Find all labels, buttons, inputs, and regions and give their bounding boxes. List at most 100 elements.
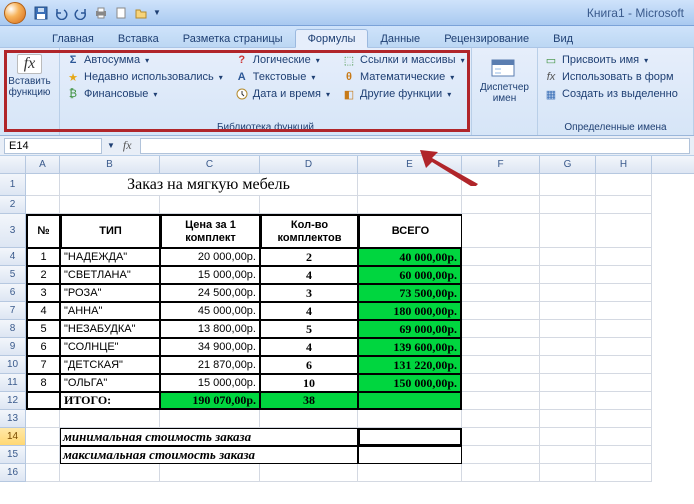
cell[interactable] [462,320,540,338]
cell[interactable] [540,266,596,284]
save-icon[interactable] [32,4,50,22]
row-header[interactable]: 1 [0,174,26,196]
cell[interactable] [260,410,358,428]
cell[interactable] [540,302,596,320]
cell[interactable] [596,374,652,392]
cell[interactable] [160,196,260,214]
cell-no[interactable]: 2 [26,266,60,284]
cell[interactable] [596,320,652,338]
cell-type[interactable]: "СВЕТЛАНА" [60,266,160,284]
math-button[interactable]: θМатематические▾ [340,69,467,85]
cell-price[interactable]: 20 000,00р. [160,248,260,266]
cell[interactable] [462,410,540,428]
tab-review[interactable]: Рецензирование [432,30,541,47]
cell-qty[interactable]: 2 [260,248,358,266]
cell[interactable] [358,196,462,214]
cell-no[interactable]: 4 [26,302,60,320]
cell-type[interactable]: "ОЛЬГА" [60,374,160,392]
cell[interactable] [540,392,596,410]
qat-dropdown-icon[interactable]: ▼ [153,8,161,17]
cell[interactable] [596,392,652,410]
cell[interactable] [540,196,596,214]
formula-bar-fx-icon[interactable]: fx [119,138,136,153]
cell-qty[interactable]: 10 [260,374,358,392]
total-price[interactable]: 190 070,00р. [160,392,260,410]
cell[interactable] [26,174,60,196]
namebox-dropdown-icon[interactable]: ▼ [107,141,115,150]
cell[interactable] [540,214,596,248]
cell[interactable] [596,464,652,482]
cell[interactable] [462,338,540,356]
cell[interactable] [540,338,596,356]
row-header[interactable]: 11 [0,374,26,392]
cell[interactable] [462,248,540,266]
undo-icon[interactable] [52,4,70,22]
autosum-button[interactable]: ΣАвтосумма▾ [64,52,225,68]
row-header[interactable]: 16 [0,464,26,482]
row-header[interactable]: 9 [0,338,26,356]
cell[interactable] [540,446,596,464]
row-header[interactable]: 12 [0,392,26,410]
cell[interactable] [358,410,462,428]
cell[interactable] [540,374,596,392]
cell[interactable] [26,464,60,482]
cell-no[interactable]: 6 [26,338,60,356]
col-header[interactable]: H [596,156,652,173]
tab-formulas[interactable]: Формулы [295,29,369,48]
use-in-formula-button[interactable]: fxИспользовать в форм [542,69,689,85]
col-header[interactable]: G [540,156,596,173]
name-manager-button[interactable]: Диспетчер имен [480,56,529,104]
define-name-button[interactable]: ▭Присвоить имя▾ [542,52,689,68]
hdr-total[interactable]: ВСЕГО [358,214,462,248]
cell[interactable] [596,284,652,302]
row-header[interactable]: 10 [0,356,26,374]
cell[interactable] [160,464,260,482]
cell[interactable] [462,284,540,302]
col-header[interactable]: D [260,156,358,173]
cell[interactable] [26,410,60,428]
cell[interactable] [540,174,596,196]
formula-input[interactable] [140,138,690,154]
create-from-selection-button[interactable]: ▦Создать из выделенно [542,86,689,102]
tab-data[interactable]: Данные [368,30,432,47]
cell[interactable] [462,302,540,320]
cell[interactable] [26,196,60,214]
cell-price[interactable]: 34 900,00р. [160,338,260,356]
cell-total[interactable]: 180 000,00р. [358,302,462,320]
cell[interactable] [540,410,596,428]
logical-button[interactable]: ?Логические▾ [233,52,332,68]
cell[interactable] [26,446,60,464]
cell[interactable] [260,464,358,482]
cell-type[interactable]: "НЕЗАБУДКА" [60,320,160,338]
min-label[interactable]: минимальная стоимость заказа [60,428,358,446]
cell[interactable] [596,248,652,266]
datetime-button[interactable]: Дата и время▾ [233,86,332,102]
cell-qty[interactable]: 4 [260,302,358,320]
cell-type[interactable]: "РОЗА" [60,284,160,302]
cell-price[interactable]: 13 800,00р. [160,320,260,338]
row-header[interactable]: 6 [0,284,26,302]
row-header[interactable]: 5 [0,266,26,284]
cell[interactable] [358,464,462,482]
cell[interactable] [462,356,540,374]
row-header[interactable]: 13 [0,410,26,428]
cell-no[interactable]: 3 [26,284,60,302]
cell[interactable] [462,464,540,482]
cell[interactable] [596,446,652,464]
cell-total[interactable]: 150 000,00р. [358,374,462,392]
row-header[interactable]: 14 [0,428,26,446]
cell[interactable] [26,392,60,410]
row-header[interactable]: 4 [0,248,26,266]
cell-total[interactable]: 60 000,00р. [358,266,462,284]
cell-type[interactable]: "СОЛНЦЕ" [60,338,160,356]
cell[interactable] [60,196,160,214]
cell-total[interactable]: 131 220,00р. [358,356,462,374]
cell-no[interactable]: 7 [26,356,60,374]
col-header[interactable]: B [60,156,160,173]
cell[interactable] [260,196,358,214]
hdr-qty[interactable]: Кол-во комплектов [260,214,358,248]
lookup-button[interactable]: ⬚Ссылки и массивы▾ [340,52,467,68]
cell[interactable] [462,214,540,248]
financial-button[interactable]: ₿Финансовые▾ [64,86,225,102]
cell[interactable] [596,338,652,356]
